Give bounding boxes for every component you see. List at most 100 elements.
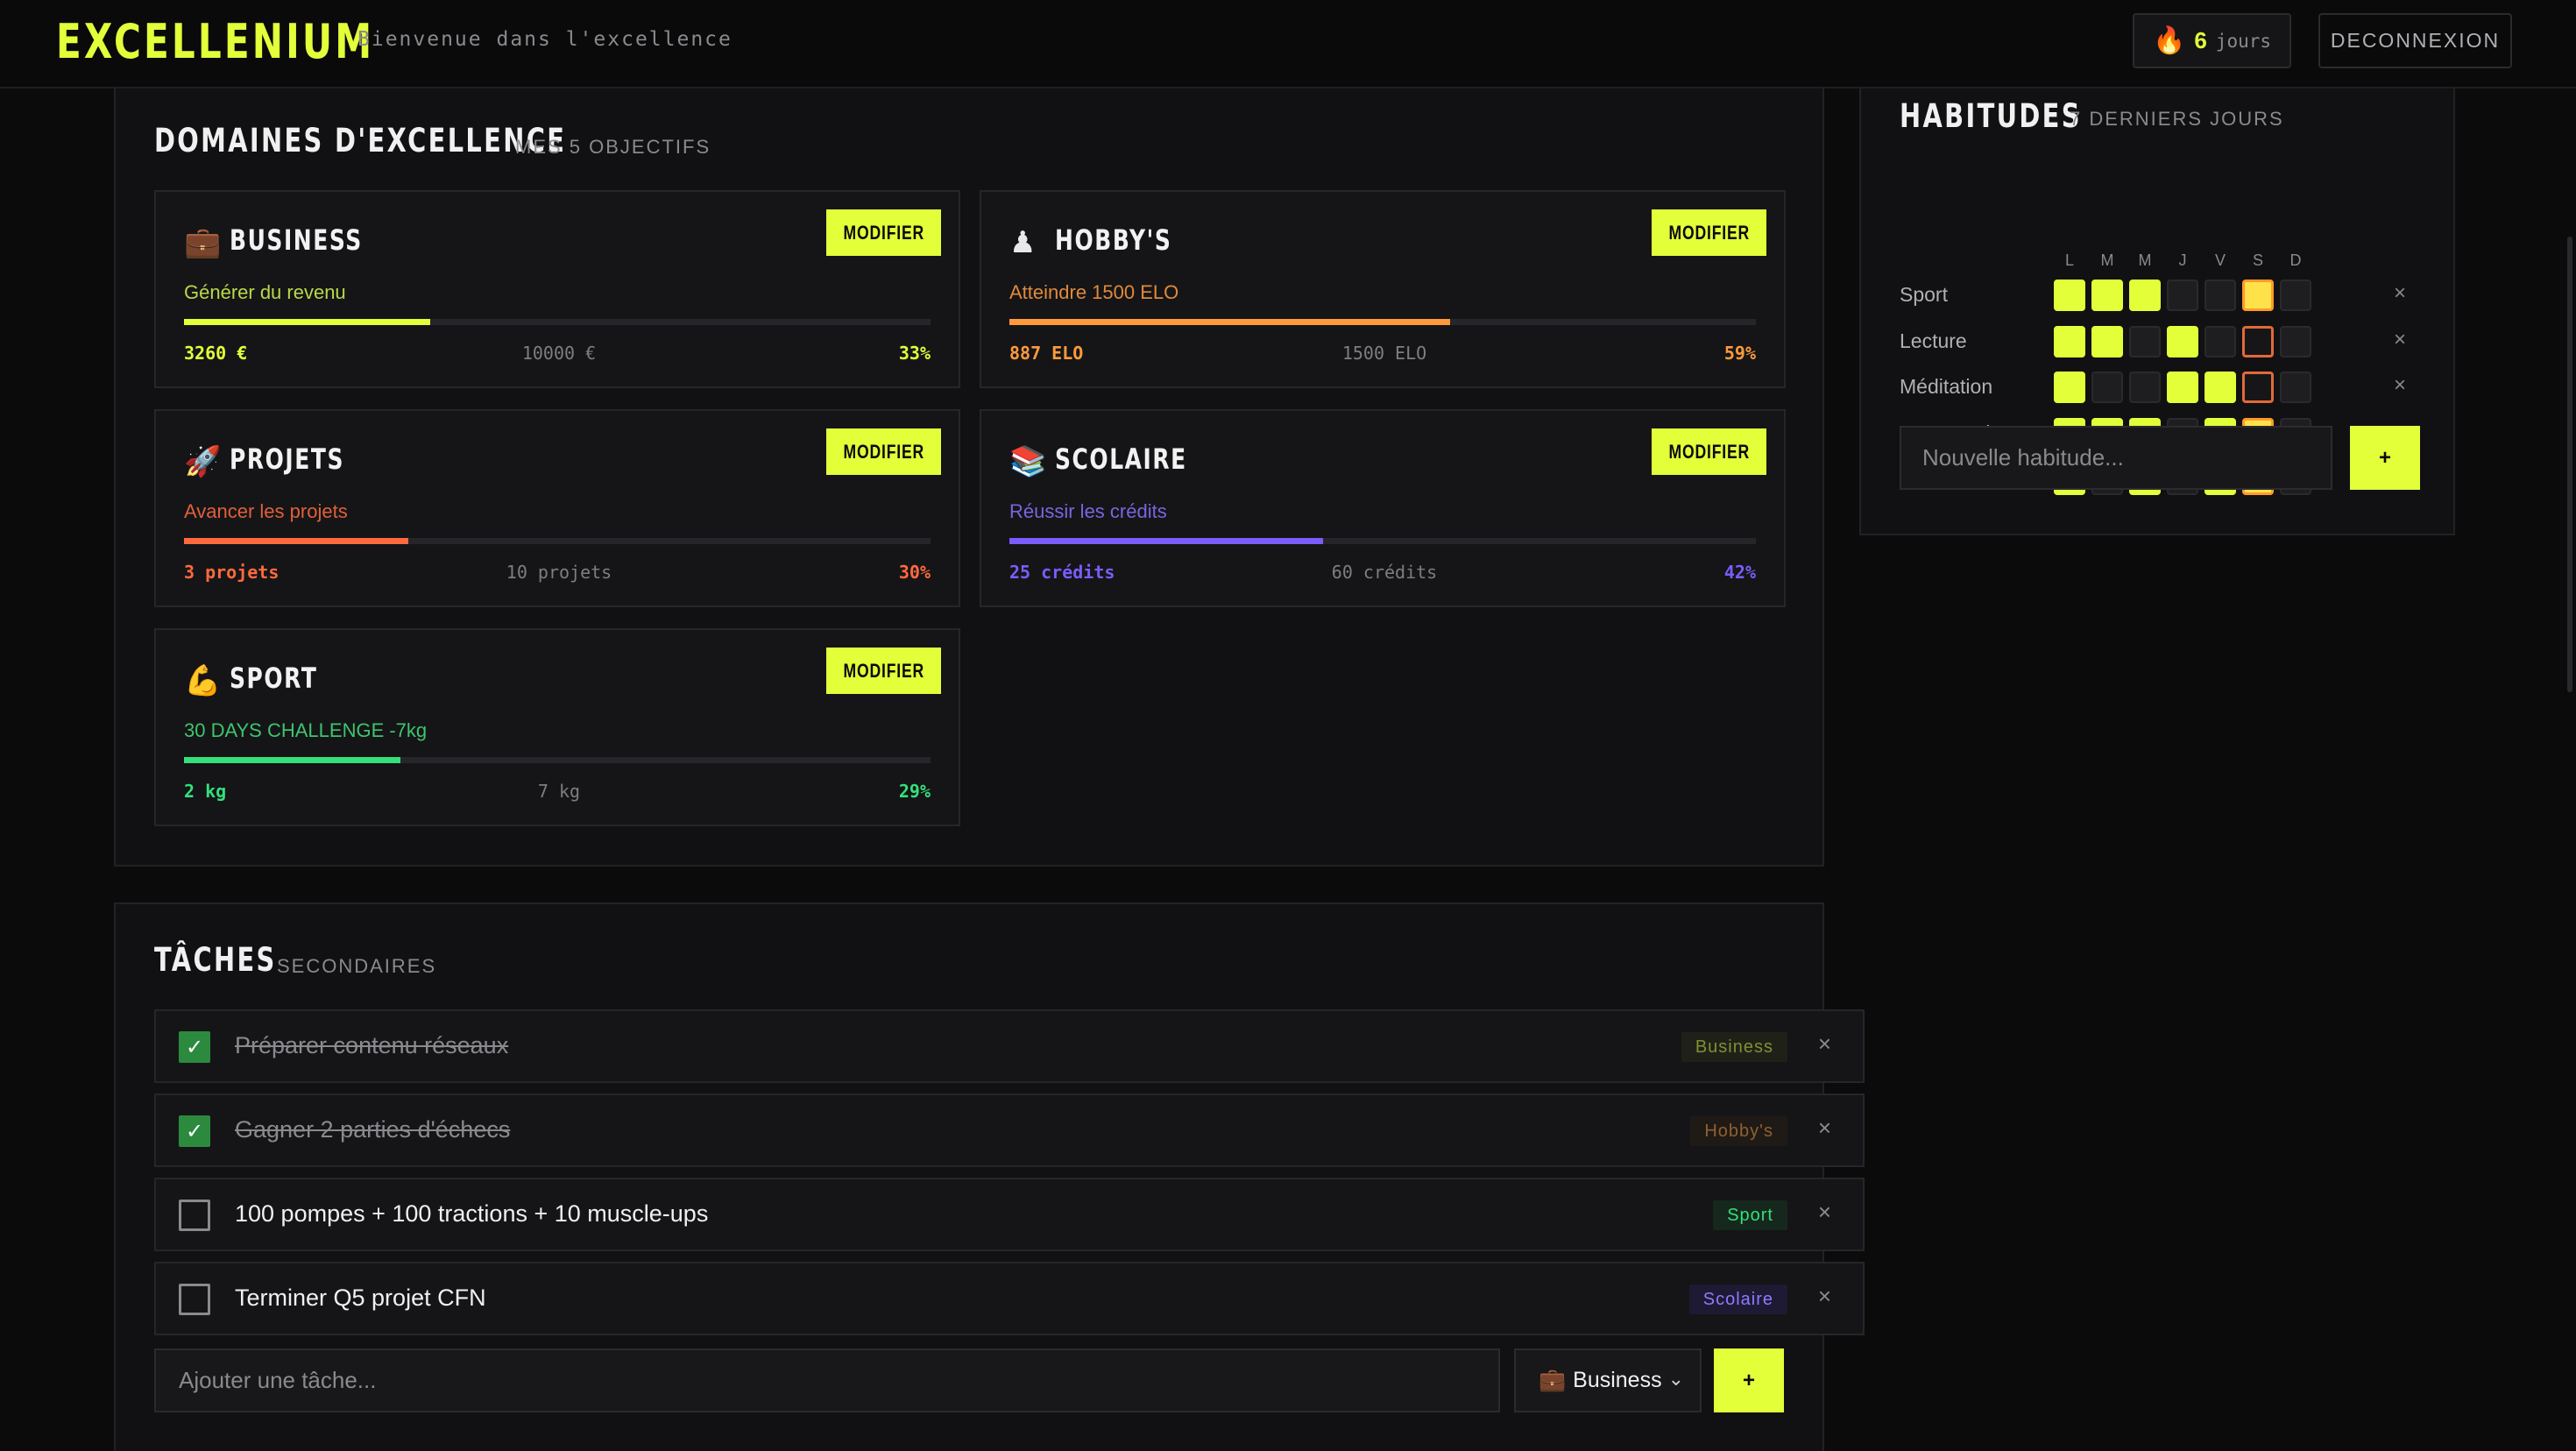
delete-habit-icon[interactable]: × (2394, 281, 2406, 306)
habit-day-cell[interactable] (2242, 372, 2274, 403)
habit-day-cell[interactable] (2280, 325, 2311, 357)
streak-count: 6 (2194, 27, 2207, 53)
new-habit-input[interactable] (1900, 426, 2332, 490)
target-value: 1500 ELO (1341, 343, 1427, 364)
delete-habit-icon[interactable]: × (2394, 373, 2406, 398)
progress-fill (184, 319, 431, 325)
delete-task-icon[interactable]: × (1818, 1030, 1831, 1058)
domain-name: BUSINESS (230, 223, 363, 257)
task-category-tag: Hobby's (1690, 1116, 1787, 1146)
modify-label: MODIFIER (843, 659, 924, 682)
day-label: M (2138, 251, 2152, 269)
progress-track (184, 538, 931, 544)
new-task-input[interactable] (154, 1348, 1500, 1412)
progress-percent: 29% (898, 781, 931, 802)
flame-icon: 🔥 (2152, 26, 2186, 55)
habit-day-cell[interactable] (2242, 280, 2274, 311)
domain-goal: Atteindre 1500 ELO (1009, 281, 1179, 303)
briefcase-icon: 💼 (1539, 1368, 1567, 1392)
habit-row: Méditation × (1861, 372, 2457, 403)
delete-task-icon[interactable]: × (1818, 1115, 1831, 1142)
tasks-subtitle: SECONDAIRES (277, 955, 437, 977)
page-scrollbar[interactable] (2567, 237, 2572, 692)
chess-pawn-icon: ♟ (1009, 226, 1037, 259)
modify-button[interactable]: MODIFIER (1652, 209, 1766, 256)
habit-day-cell[interactable] (2129, 325, 2161, 357)
progress-track (1009, 538, 1756, 544)
day-label: J (2178, 251, 2187, 269)
task-checkbox[interactable] (179, 1284, 210, 1315)
habit-row: Sport × (1861, 280, 2457, 311)
habit-day-cell[interactable] (2280, 280, 2311, 311)
domain-card: 📚 SCOLAIRE MODIFIER Réussir les crédits … (980, 409, 1786, 607)
app-logo[interactable]: EXCELLENIUM (56, 14, 374, 69)
habit-day-cell[interactable] (2091, 325, 2123, 357)
task-category-select[interactable]: 💼 Business ⌄ (1514, 1348, 1702, 1412)
add-task-button[interactable]: + (1714, 1348, 1784, 1412)
task-category-tag: Sport (1713, 1200, 1787, 1230)
task-row: 100 pompes + 100 tractions + 10 muscle-u… (154, 1178, 1865, 1251)
modify-label: MODIFIER (843, 440, 924, 463)
chevron-down-icon: ⌄ (1667, 1368, 1684, 1390)
progress-percent: 33% (898, 343, 931, 364)
habit-day-cell[interactable] (2242, 325, 2274, 357)
task-label: Gagner 2 parties d'échecs (235, 1116, 511, 1143)
progress-fill (184, 538, 408, 544)
habit-day-cell[interactable] (2054, 280, 2085, 311)
task-category-value: Business (1573, 1368, 1662, 1392)
logout-button[interactable]: DECONNEXION (2318, 13, 2512, 68)
habit-day-cell[interactable] (2167, 372, 2198, 403)
target-value: 60 crédits (1331, 562, 1438, 583)
modify-button[interactable]: MODIFIER (826, 209, 941, 256)
habit-name: Lecture (1900, 329, 1967, 352)
progress-fill (1009, 319, 1450, 325)
task-category-tag: Scolaire (1688, 1285, 1787, 1314)
domain-card: ♟ HOBBY'S MODIFIER Atteindre 1500 ELO 88… (980, 190, 1786, 388)
target-value: 10 projets (506, 562, 612, 583)
habit-day-cell[interactable] (2280, 372, 2311, 403)
rocket-icon: 🚀 (184, 445, 222, 478)
domain-name: SPORT (230, 662, 318, 695)
habit-day-cell[interactable] (2204, 280, 2236, 311)
progress-track (1009, 319, 1756, 325)
habit-day-cell[interactable] (2129, 372, 2161, 403)
habit-day-labels: LMMJVSD (1861, 251, 2457, 271)
check-icon: ✓ (185, 1035, 204, 1059)
habits-panel: HABITUDES 7 DERNIERS JOURS L M M J V S D Sport… (1859, 88, 2455, 535)
modify-label: MODIFIER (1668, 440, 1750, 463)
task-label: 100 pompes + 100 tractions + 10 muscle-u… (235, 1200, 709, 1227)
modify-button[interactable]: MODIFIER (826, 648, 941, 694)
habit-day-cell[interactable] (2054, 372, 2085, 403)
progress-percent: 30% (898, 562, 931, 583)
streak-unit: jours (2215, 30, 2272, 52)
habit-row: Lecture × (1861, 325, 2457, 357)
day-label: D (2289, 251, 2302, 269)
habit-day-cell[interactable] (2167, 325, 2198, 357)
habit-day-cell[interactable] (2204, 325, 2236, 357)
task-row: ✓ Préparer contenu réseaux Business × (154, 1009, 1865, 1083)
modify-button[interactable]: MODIFIER (1652, 428, 1766, 475)
check-icon: ✓ (185, 1119, 204, 1143)
progress-fill (184, 757, 401, 763)
delete-task-icon[interactable]: × (1818, 1283, 1831, 1310)
modify-button[interactable]: MODIFIER (826, 428, 941, 475)
habit-day-cell[interactable] (2091, 372, 2123, 403)
task-checkbox[interactable]: ✓ (179, 1031, 210, 1063)
top-header: EXCELLENIUM Bienvenue dans l'excellence … (0, 0, 2576, 88)
task-checkbox[interactable]: ✓ (179, 1115, 210, 1147)
habits-subtitle: 7 DERNIERS JOURS (2070, 108, 2284, 130)
progress-fill (1009, 538, 1323, 544)
day-label: L (2064, 251, 2074, 269)
habit-day-cell[interactable] (2204, 372, 2236, 403)
delete-task-icon[interactable]: × (1818, 1199, 1831, 1226)
habit-day-cell[interactable] (2091, 280, 2123, 311)
add-habit-button[interactable]: + (2350, 426, 2420, 490)
domain-goal: 30 DAYS CHALLENGE -7kg (184, 719, 428, 741)
delete-habit-icon[interactable]: × (2394, 328, 2406, 352)
habit-day-cell[interactable] (2129, 280, 2161, 311)
task-category-tag: Business (1681, 1032, 1787, 1062)
task-checkbox[interactable] (179, 1200, 210, 1231)
habit-day-cell[interactable] (2167, 280, 2198, 311)
domain-name: HOBBY'S (1055, 223, 1172, 257)
habit-day-cell[interactable] (2054, 325, 2085, 357)
